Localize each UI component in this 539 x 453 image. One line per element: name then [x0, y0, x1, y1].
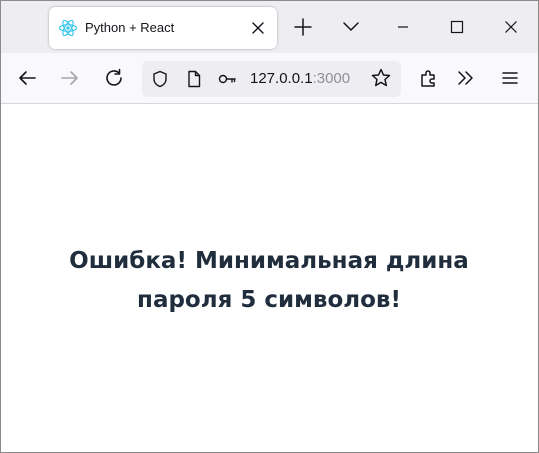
shield-icon[interactable]: [150, 69, 170, 89]
overflow-chevrons-icon[interactable]: [454, 66, 478, 90]
tab-strip: Python + React: [1, 1, 538, 53]
error-message: Ошибка! Минимальная длина пароля 5 симво…: [69, 248, 469, 313]
url-host: 127.0.0.1: [250, 70, 313, 87]
key-icon[interactable]: [217, 69, 237, 89]
back-arrow-icon[interactable]: [15, 66, 39, 90]
url-port: :3000: [312, 70, 351, 87]
navigation-toolbar: 127.0.0.1:3000: [1, 53, 538, 104]
react-icon: [58, 18, 78, 38]
tab-title: Python + React: [85, 20, 175, 35]
reload-icon[interactable]: [102, 66, 126, 90]
page-content: Ошибка! Минимальная длина пароля 5 симво…: [1, 104, 538, 452]
address-bar[interactable]: 127.0.0.1:3000: [142, 61, 401, 97]
maximize-icon[interactable]: [445, 15, 469, 39]
plus-icon[interactable]: [291, 15, 315, 39]
chevron-down-icon[interactable]: [339, 14, 363, 38]
forward-arrow-icon[interactable]: [58, 66, 82, 90]
star-icon[interactable]: [369, 66, 393, 90]
browser-window: Python + React 127.0.0.1:3000 Ошибка! Ми…: [0, 0, 539, 453]
tab-close-icon[interactable]: [248, 18, 268, 38]
page-icon[interactable]: [184, 69, 204, 89]
minimize-icon[interactable]: [391, 15, 415, 39]
menu-icon[interactable]: [498, 66, 522, 90]
tab-python-react[interactable]: Python + React: [49, 7, 277, 49]
url-text[interactable]: 127.0.0.1:3000: [250, 70, 350, 87]
close-icon[interactable]: [499, 15, 523, 39]
extensions-icon[interactable]: [417, 66, 441, 90]
